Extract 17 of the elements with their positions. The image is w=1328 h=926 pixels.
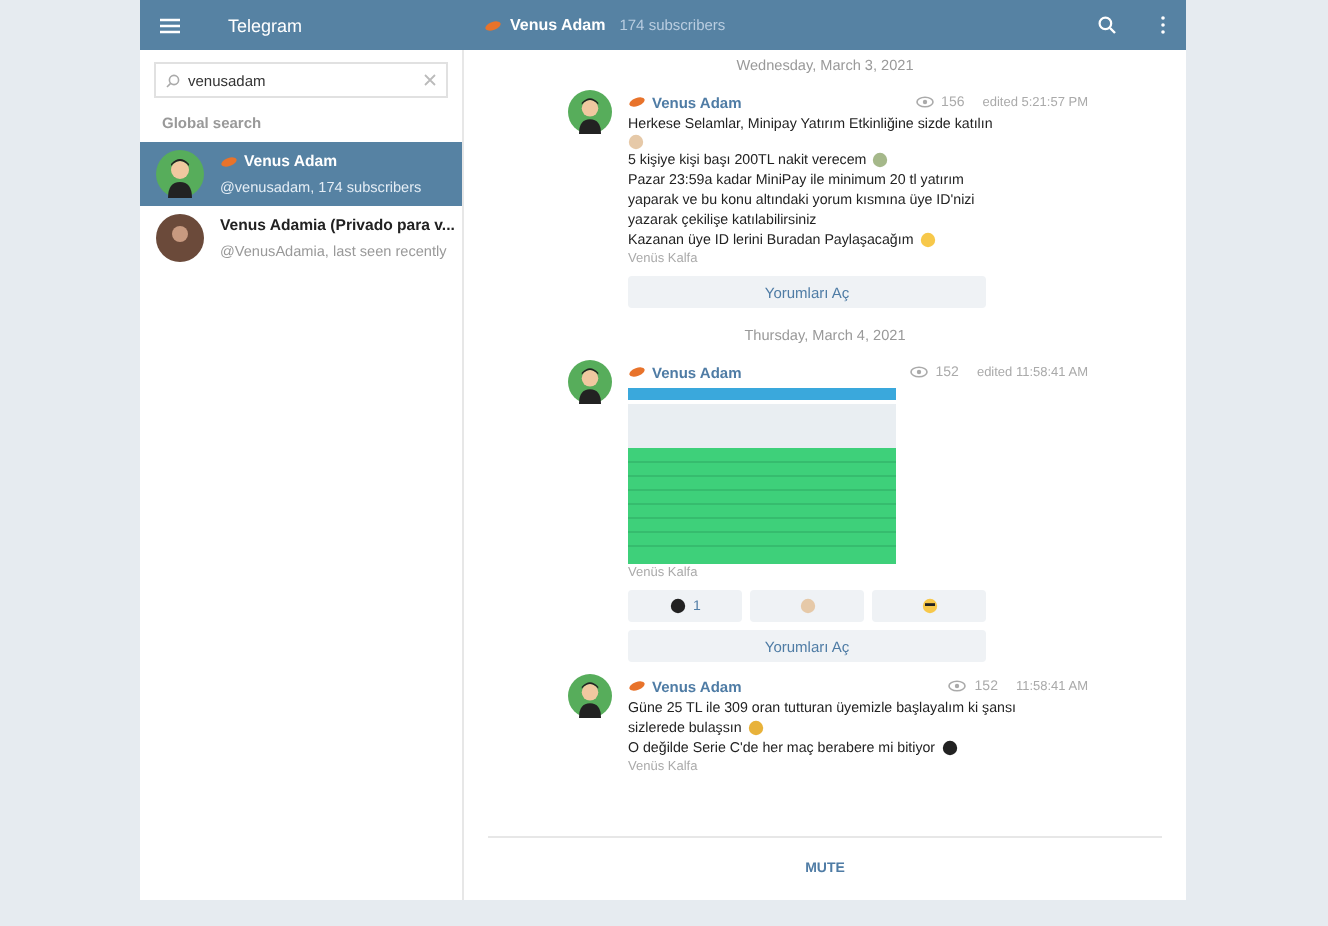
avatar-cartoon-icon (568, 90, 612, 134)
eye-icon (948, 680, 967, 692)
avatar-photo (156, 214, 204, 262)
avatar-cartoon-icon (568, 674, 612, 718)
ball-icon (669, 598, 686, 614)
more-icon[interactable] (1160, 16, 1166, 34)
channel-name: Venus Adam (510, 16, 606, 34)
eye-icon (909, 366, 928, 378)
search-icon (166, 73, 180, 87)
app-title: Telegram (228, 15, 303, 35)
avatar-cartoon-icon (156, 150, 204, 198)
search-icon[interactable] (1098, 16, 1116, 34)
avatar-cartoon-icon (568, 360, 612, 404)
sunglasses-smiley-icon (921, 598, 937, 614)
menu-icon[interactable] (160, 17, 180, 33)
ball-icon (941, 740, 958, 756)
eye-icon (915, 96, 934, 108)
